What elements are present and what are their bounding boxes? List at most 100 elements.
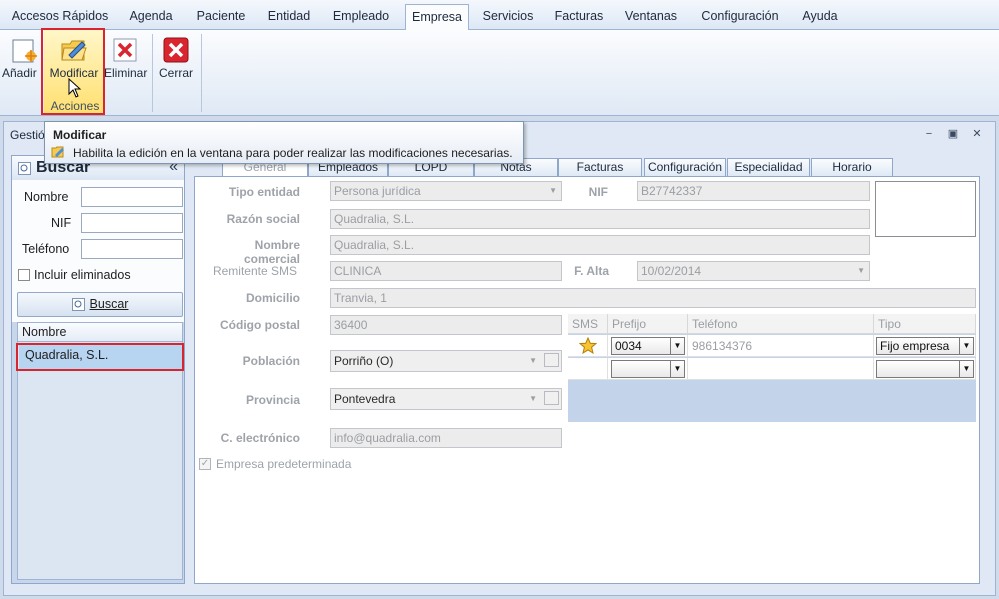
chevron-down-icon: ▼ (670, 338, 684, 354)
logo-image-box[interactable] (875, 181, 976, 237)
search-panel: Buscar « Nombre NIF Teléfono Incluir eli… (11, 155, 185, 584)
new-row-telefono-cell[interactable] (688, 358, 874, 380)
tab-especialidad[interactable]: Especialidad (727, 158, 810, 177)
column-header-telefono[interactable]: Teléfono (688, 314, 874, 334)
delete-button-label: Eliminar (104, 66, 148, 80)
tab-configuracion[interactable]: Configuración (644, 158, 726, 177)
new-row-prefijo-cell: ▼ (608, 358, 688, 380)
search-icon (72, 298, 85, 311)
lookup-search-icon[interactable] (544, 353, 559, 367)
include-deleted-checkbox[interactable] (18, 269, 30, 281)
correo-field[interactable]: info@quadralia.com (330, 428, 562, 448)
new-tipo-select[interactable]: ▼ (876, 360, 974, 378)
nombre-label: Nombre (24, 190, 69, 204)
prefijo-value: 0034 (615, 339, 642, 353)
add-button[interactable]: Añadir (2, 30, 44, 114)
nif-form-label: NIF (588, 185, 608, 199)
telefono-input[interactable] (81, 239, 183, 259)
delete-button[interactable]: Eliminar (104, 30, 148, 114)
tipo-entidad-label: Tipo entidad (228, 185, 300, 199)
provincia-value: Pontevedra (334, 392, 396, 406)
minimize-icon[interactable]: − (922, 127, 936, 141)
tooltip: Modificar Habilita la edición en la vent… (44, 121, 524, 164)
tipo-entidad-value: Persona jurídica (334, 184, 421, 198)
folder-edit-icon (51, 146, 64, 158)
nif-label: NIF (51, 216, 72, 230)
tooltip-title: Modificar (53, 128, 107, 142)
predeterminada-label: Empresa predeterminada (216, 457, 352, 471)
menu-bar: Accesos Rápidos Agenda Paciente Entidad … (0, 0, 999, 35)
poblacion-label: Población (242, 354, 300, 368)
ribbon: Añadir Modificar Eliminar Cerrar Accione… (0, 28, 999, 116)
tipo-value: Fijo empresa (880, 339, 950, 353)
new-row-sms-cell[interactable] (568, 358, 608, 380)
domicilio-field[interactable]: Tranvia, 1 (330, 288, 976, 308)
menu-tab-paciente[interactable]: Paciente (188, 0, 254, 30)
star-icon (579, 337, 597, 354)
fecha-alta-picker[interactable]: 10/02/2014 ▼ (637, 261, 870, 281)
provincia-label: Provincia (245, 393, 300, 407)
menu-tab-ayuda[interactable]: Ayuda (796, 0, 844, 30)
add-document-icon (12, 39, 37, 63)
menu-tab-agenda[interactable]: Agenda (120, 0, 182, 30)
table-row-sms-cell[interactable] (568, 335, 608, 357)
results-header[interactable]: Nombre (17, 322, 183, 342)
nombre-comercial-label: Nombre comercial (243, 238, 300, 266)
add-button-label: Añadir (2, 66, 37, 80)
provincia-select[interactable]: Pontevedra ▼ (330, 388, 562, 410)
search-button[interactable]: Buscar (17, 292, 183, 317)
ribbon-separator (152, 34, 153, 112)
poblacion-select[interactable]: Porriño (O) ▼ (330, 350, 562, 372)
nif-field[interactable]: B27742337 (637, 181, 870, 201)
new-prefijo-select[interactable]: ▼ (611, 360, 685, 378)
highlight-box (41, 28, 105, 115)
column-header-prefijo[interactable]: Prefijo (608, 314, 688, 334)
menu-tab-servicios[interactable]: Servicios (476, 0, 540, 30)
column-header-tipo[interactable]: Tipo (874, 314, 976, 334)
window-close-icon[interactable]: ✕ (970, 127, 984, 141)
column-header-sms[interactable]: SMS (568, 314, 608, 334)
phones-grid: SMS Prefijo Teléfono Tipo 0034 ▼ 98613437… (568, 314, 976, 422)
menu-tab-ventanas[interactable]: Ventanas (618, 0, 684, 30)
codigo-postal-field[interactable]: 36400 (330, 315, 562, 335)
chevron-down-icon: ▼ (529, 394, 537, 403)
razon-social-field[interactable]: Quadralia, S.L. (330, 209, 870, 229)
codigo-postal-label: Código postal (220, 318, 300, 332)
chevron-down-icon: ▼ (959, 361, 973, 377)
table-row-tipo-cell: Fijo empresa ▼ (874, 335, 976, 357)
ribbon-separator (201, 34, 202, 112)
include-deleted-label: Incluir eliminados (34, 268, 131, 282)
delete-x-icon (113, 38, 137, 62)
restore-icon[interactable]: ▣ (946, 127, 960, 141)
tab-facturas[interactable]: Facturas (558, 158, 642, 177)
table-row-telefono-cell[interactable]: 986134376 (688, 335, 874, 357)
chevron-down-icon: ▼ (529, 356, 537, 365)
table-row-prefijo-cell: 0034 ▼ (608, 335, 688, 357)
chevron-down-icon: ▼ (857, 266, 865, 275)
nombre-comercial-field[interactable]: Quadralia, S.L. (330, 235, 870, 255)
remitente-sms-field[interactable]: CLINICA (330, 261, 562, 281)
tipo-select[interactable]: Fijo empresa ▼ (876, 337, 974, 355)
tab-horario[interactable]: Horario (811, 158, 893, 177)
remitente-sms-label: Remitente SMS (212, 264, 297, 278)
chevron-down-icon: ▼ (959, 338, 973, 354)
lookup-search-icon[interactable] (544, 391, 559, 405)
window-title: Gestió (10, 128, 45, 142)
tooltip-description: Habilita la edición en la ventana para p… (73, 146, 513, 160)
prefijo-select[interactable]: 0034 ▼ (611, 337, 685, 355)
menu-tab-empleado[interactable]: Empleado (326, 0, 396, 30)
chevron-down-icon: ▼ (670, 361, 684, 377)
close-button-label: Cerrar (158, 66, 193, 80)
nif-input[interactable] (81, 213, 183, 233)
search-icon (18, 162, 31, 175)
results-list: Quadralia, S.L. (17, 342, 183, 580)
menu-tab-configuracion[interactable]: Configuración (692, 0, 788, 30)
fecha-alta-value: 10/02/2014 (641, 264, 702, 278)
nombre-input[interactable] (81, 187, 183, 207)
close-button[interactable]: Cerrar (156, 30, 196, 114)
predeterminada-checkbox[interactable]: ✓ (199, 458, 211, 470)
menu-tab-accesos-rapidos[interactable]: Accesos Rápidos (8, 0, 112, 30)
menu-tab-entidad[interactable]: Entidad (260, 0, 318, 30)
menu-tab-facturas[interactable]: Facturas (548, 0, 610, 30)
tipo-entidad-select[interactable]: Persona jurídica ▼ (330, 181, 562, 201)
